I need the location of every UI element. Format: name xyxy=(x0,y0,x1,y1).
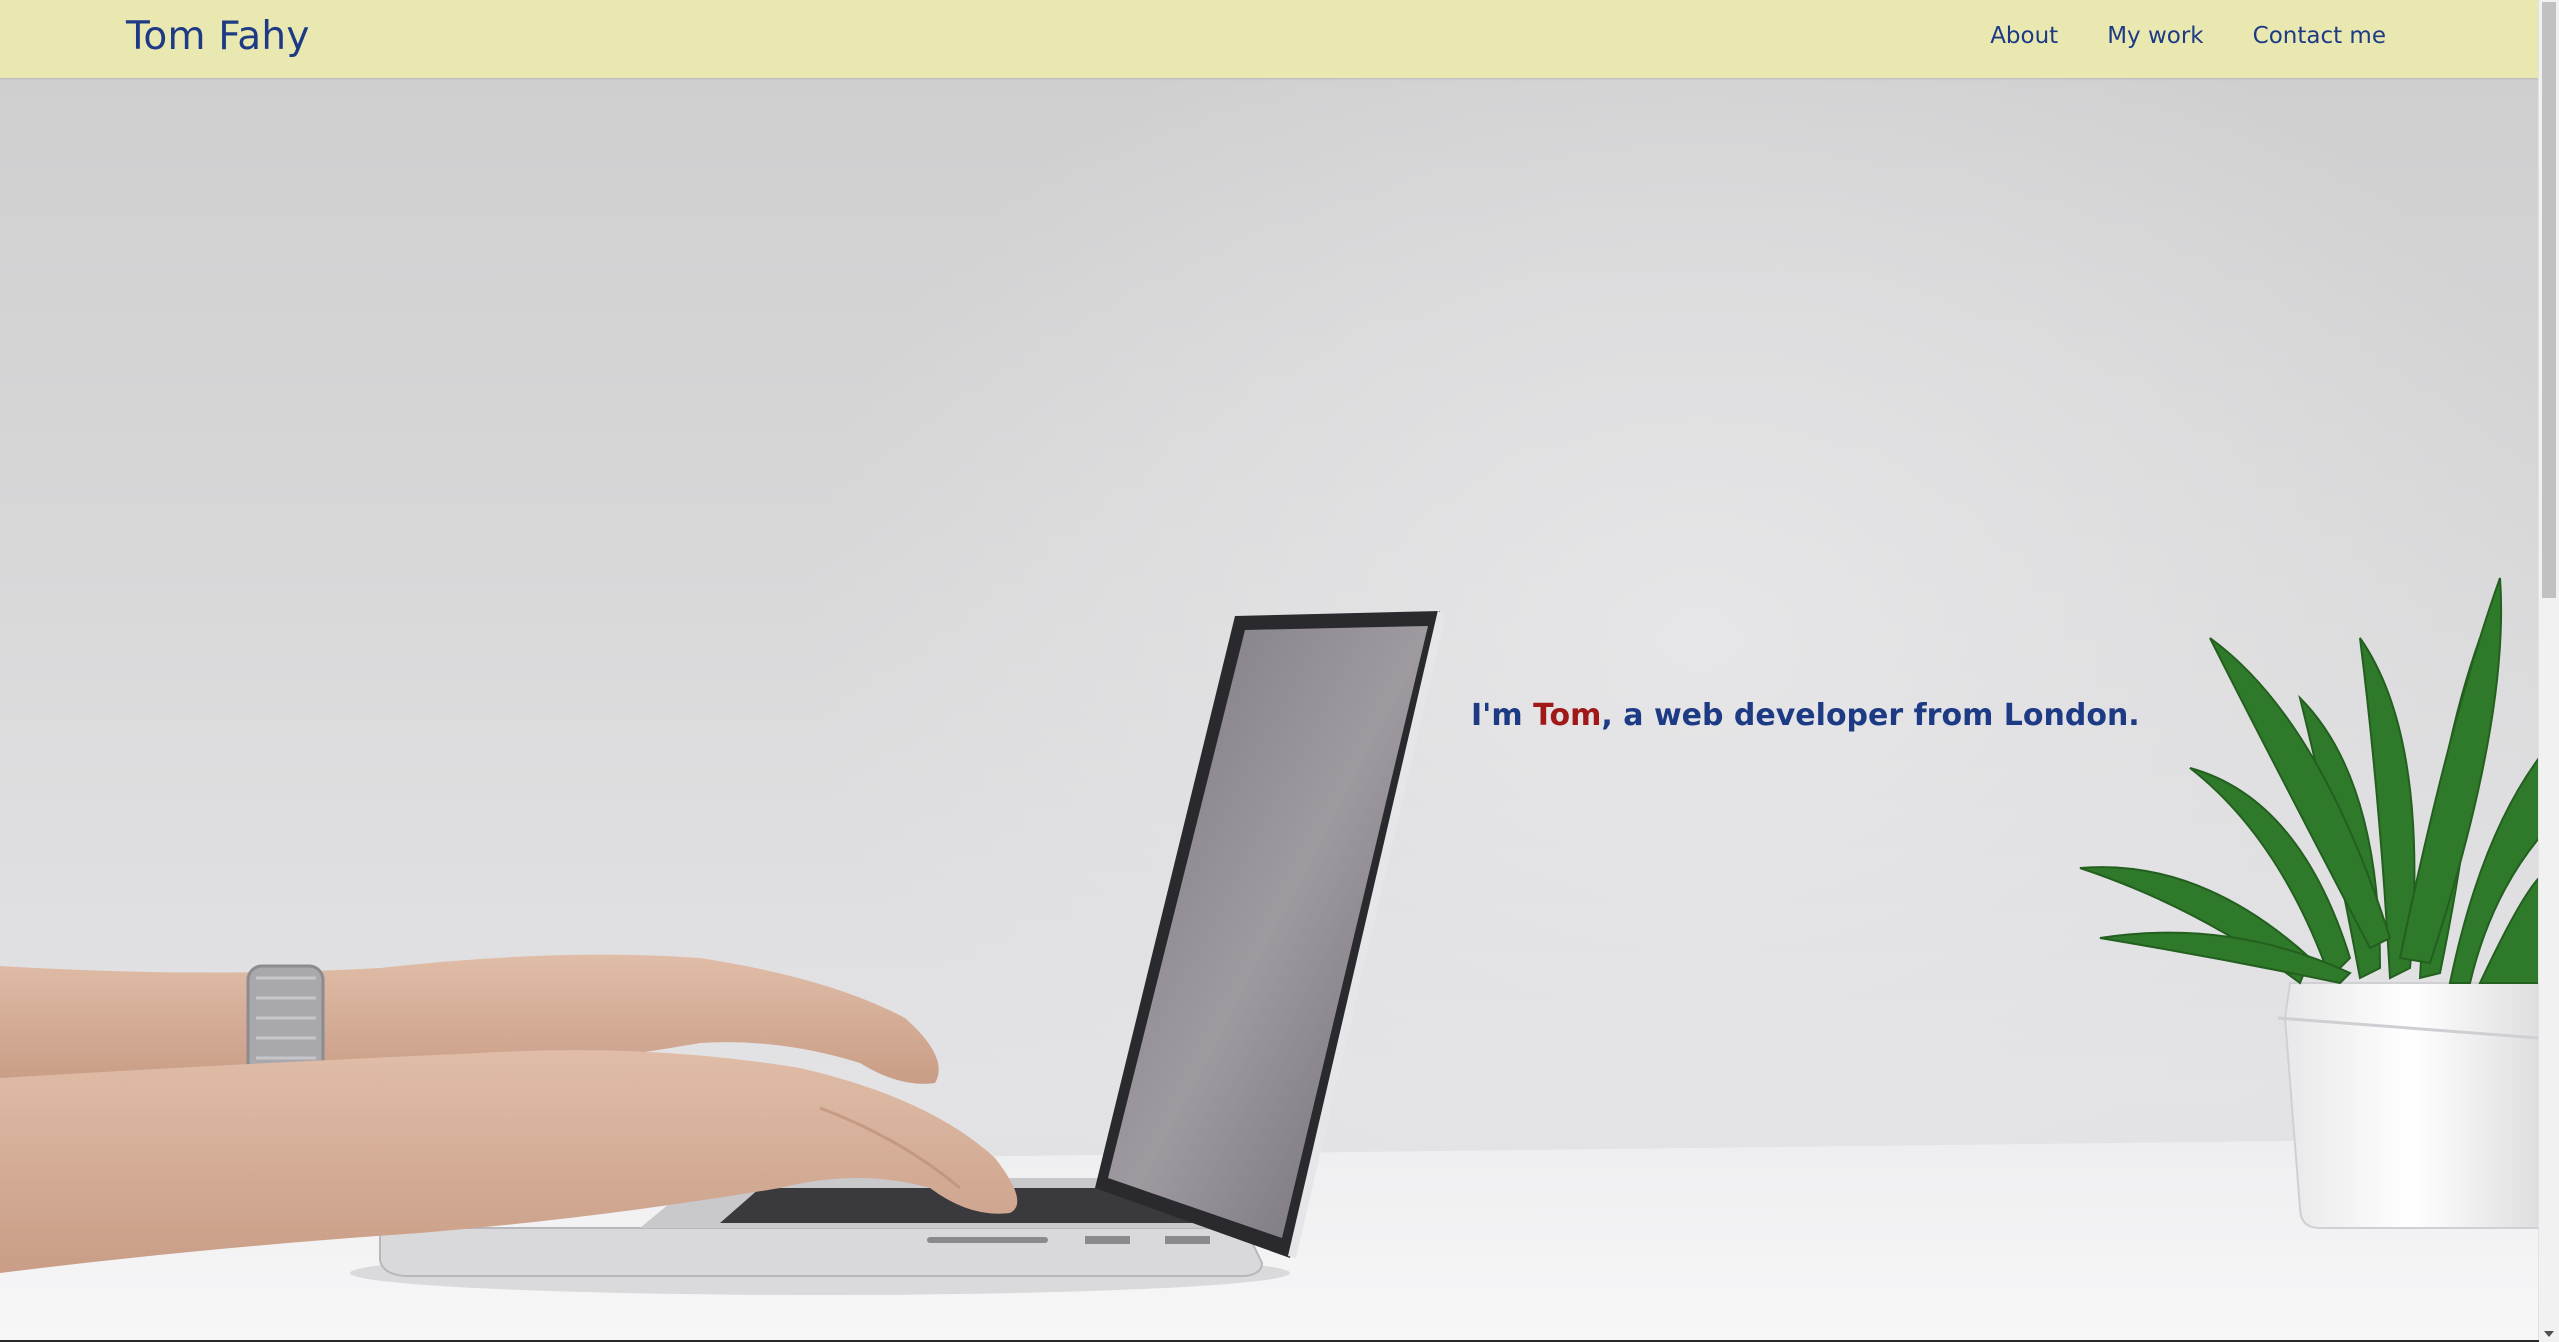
hero-tagline: I'm Tom, a web developer from London. xyxy=(1471,698,2140,733)
nav-link-my-work[interactable]: My work xyxy=(2107,23,2203,49)
main-nav: About My work Contact me xyxy=(1990,23,2386,49)
tagline-suffix: , a web developer from London. xyxy=(1601,698,2140,733)
hero-section: I'm Tom, a web developer from London. xyxy=(0,78,2539,1340)
tagline-name-highlight: Tom xyxy=(1533,698,1602,733)
hero-background-image xyxy=(0,577,2539,1340)
nav-link-about[interactable]: About xyxy=(1990,23,2058,49)
scrollbar-thumb[interactable] xyxy=(2542,2,2556,598)
navbar: Tom Fahy About My work Contact me xyxy=(0,0,2539,78)
brand-logo-link[interactable]: Tom Fahy xyxy=(126,14,310,59)
page: Tom Fahy About My work Contact me I'm To… xyxy=(0,0,2559,1342)
nav-link-contact-me[interactable]: Contact me xyxy=(2253,23,2386,49)
scroll-down-arrow-icon[interactable] xyxy=(2539,1326,2559,1342)
vertical-scrollbar[interactable] xyxy=(2538,0,2559,1342)
tagline-prefix: I'm xyxy=(1471,698,1534,733)
